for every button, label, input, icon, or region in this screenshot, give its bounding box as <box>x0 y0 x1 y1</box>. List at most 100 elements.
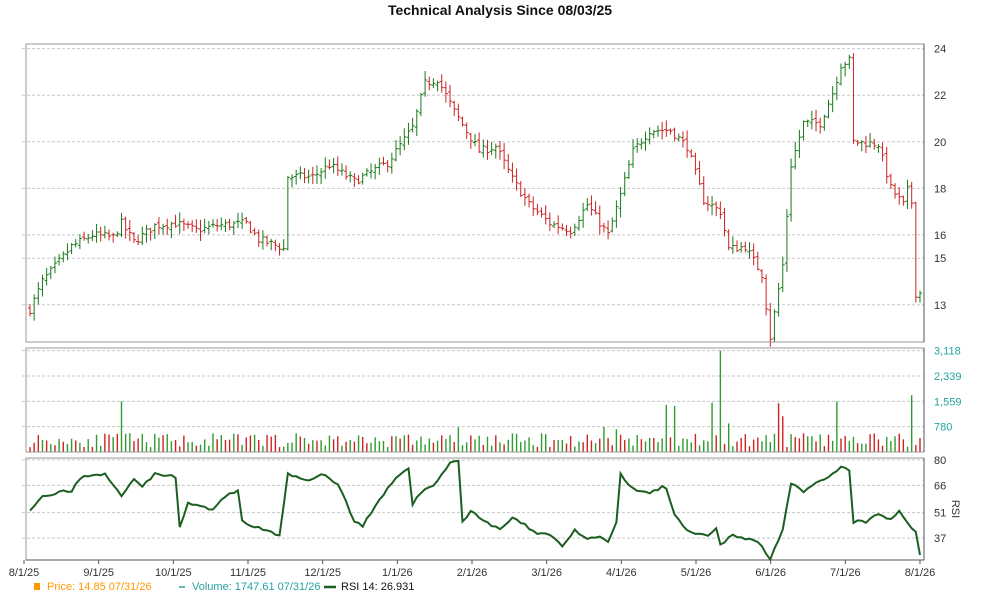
price-bar <box>302 168 307 184</box>
price-bar <box>435 80 440 92</box>
volume-bar <box>258 440 260 452</box>
price-bar <box>814 109 819 132</box>
price-bar <box>65 243 70 261</box>
rsi-tick-label: 80 <box>934 455 946 467</box>
price-tick-label: 13 <box>934 300 946 312</box>
volume-bar <box>416 440 418 452</box>
volume-bar <box>661 438 663 452</box>
x-tick-label: 9/1/25 <box>83 567 114 579</box>
rsi-axis-label: RSI <box>949 500 961 518</box>
rsi-panel-frame <box>25 457 925 561</box>
volume-bar <box>707 441 709 452</box>
price-bar <box>510 162 515 183</box>
price-bar <box>439 74 444 93</box>
price-bar <box>473 134 477 147</box>
volume-bar <box>599 438 601 452</box>
volume-bar <box>915 445 917 452</box>
price-bar <box>48 265 53 280</box>
x-tick-label: 3/1/26 <box>531 567 562 579</box>
price-bar <box>905 179 910 210</box>
volume-bar <box>91 446 94 452</box>
volume-bar <box>307 443 310 452</box>
price-bar <box>223 219 228 232</box>
price-bar <box>73 239 78 248</box>
price-bar <box>822 114 827 131</box>
volume-bar <box>233 433 235 452</box>
volume-tick-label: 1,559 <box>934 396 962 408</box>
price-bar <box>61 251 66 263</box>
x-tick-label: 1/1/26 <box>382 567 413 579</box>
price-bar <box>601 222 606 233</box>
volume-bar <box>515 433 518 452</box>
price-bar <box>489 141 494 156</box>
price-bar <box>884 146 889 184</box>
volume-bar <box>752 439 755 452</box>
volume-bar <box>852 436 855 452</box>
volume-bar <box>407 434 410 452</box>
volume-bar <box>611 445 613 452</box>
volume-bar <box>727 423 730 452</box>
volume-bar <box>366 443 368 452</box>
price-bar <box>493 143 498 159</box>
volume-bar <box>794 437 796 452</box>
volume-bar <box>919 438 921 452</box>
price-bar <box>859 140 864 152</box>
price-bar <box>768 302 773 347</box>
volume-bar <box>869 434 871 452</box>
volume-bar <box>694 433 697 452</box>
price-bar <box>32 294 37 321</box>
volume-bar <box>83 446 85 452</box>
volume-bar <box>374 437 376 452</box>
price-bar <box>335 156 340 176</box>
price-bar <box>901 195 906 206</box>
volume-bar <box>648 437 651 452</box>
volume-bar <box>357 435 360 452</box>
price-bar <box>464 122 469 139</box>
stock-chart: 24 22 20 18 16 15 13 3,118 2,339 1,559 780 80 66 51 37… <box>9 43 962 593</box>
price-bar <box>385 160 390 173</box>
volume-bar <box>295 433 297 452</box>
volume-bar <box>673 405 676 452</box>
price-bar <box>310 166 315 185</box>
volume-bar <box>873 433 875 452</box>
price-bar <box>82 231 87 241</box>
price-bar <box>784 209 789 272</box>
volume-bar <box>145 442 148 452</box>
volume-bar <box>653 437 655 452</box>
price-bar <box>460 116 465 127</box>
volume-bar <box>640 439 643 452</box>
volume-bar <box>79 442 81 452</box>
price-bar <box>244 217 249 224</box>
volume-bar <box>220 435 223 452</box>
volume-bar <box>536 446 539 452</box>
price-bar <box>485 139 490 160</box>
volume-bar <box>266 434 268 452</box>
volume-bar <box>557 439 559 452</box>
legend-label: Volume: 1747.61 07/31/26 <box>192 581 320 593</box>
price-bar <box>44 268 49 286</box>
price-tick-label: 18 <box>934 183 946 195</box>
volume-bar <box>461 445 464 452</box>
price-bar <box>319 168 324 185</box>
volume-bar <box>865 443 867 452</box>
price-bar <box>618 186 623 218</box>
price-bar <box>431 78 436 89</box>
price-bar <box>144 224 149 243</box>
volume-bar <box>798 438 801 452</box>
price-panel-frame <box>25 43 925 343</box>
volume-bar <box>149 447 152 452</box>
volume-bar <box>678 445 680 452</box>
price-bar <box>739 242 744 253</box>
volume-bar <box>773 433 776 452</box>
volume-bar <box>636 435 638 452</box>
rsi-tick-label: 51 <box>934 508 946 520</box>
volume-bar <box>528 437 530 452</box>
volume-bar <box>511 433 514 452</box>
price-bar <box>593 201 598 215</box>
price-bar <box>643 131 648 151</box>
volume-bar <box>195 445 198 452</box>
volume-bar <box>50 444 52 452</box>
price-bar <box>273 239 278 252</box>
price-bar <box>514 168 519 191</box>
price-bar <box>344 165 349 180</box>
